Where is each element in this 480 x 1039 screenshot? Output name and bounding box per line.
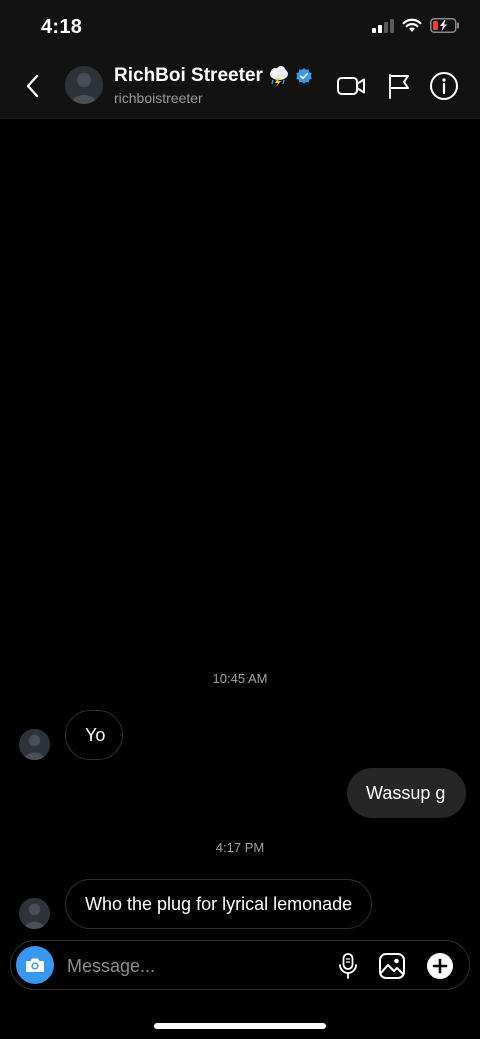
message-input[interactable] [65, 949, 329, 983]
status-bar: 4:18 [0, 0, 480, 56]
verified-badge-icon [296, 68, 312, 84]
message-timestamp: 10:45 AM [212, 671, 268, 686]
back-chevron-icon[interactable] [20, 72, 46, 100]
wifi-icon [402, 18, 422, 32]
sender-avatar[interactable] [19, 898, 50, 929]
gallery-icon [379, 953, 405, 979]
message-text: Who the plug for lyrical lemonade [85, 894, 353, 914]
microphone-icon [339, 953, 357, 979]
battery-charging-icon [430, 18, 459, 33]
incoming-message-bubble[interactable]: Yo [65, 710, 123, 760]
contact-name: RichBoi Streeter [114, 65, 263, 86]
voice-message-button[interactable] [333, 951, 363, 981]
info-icon[interactable] [428, 70, 460, 102]
more-options-button[interactable] [425, 951, 455, 981]
message-text: Wassup g [366, 783, 446, 803]
gallery-button[interactable] [377, 951, 407, 981]
signal-icon [372, 18, 394, 33]
cloud-lightning-emoji [269, 66, 288, 87]
sender-avatar[interactable] [19, 729, 50, 760]
incoming-message-bubble[interactable]: Who the plug for lyrical lemonade [65, 879, 373, 929]
header-title[interactable]: RichBoi Streeter [114, 64, 313, 88]
home-indicator[interactable] [154, 1023, 326, 1029]
video-call-icon[interactable] [335, 70, 367, 102]
plus-icon [427, 953, 453, 979]
outgoing-message-bubble[interactable]: Wassup g [347, 768, 466, 818]
header-avatar[interactable] [65, 66, 103, 104]
camera-icon [26, 958, 44, 972]
chat-header: RichBoi Streeter richboistreeter [0, 56, 480, 119]
status-time: 4:18 [41, 16, 83, 38]
message-text: Yo [85, 725, 106, 745]
message-timestamp: 4:17 PM [215, 840, 265, 855]
contact-username: richboistreeter [114, 90, 203, 106]
flag-icon[interactable] [383, 70, 415, 102]
camera-button[interactable] [16, 946, 54, 984]
message-composer [10, 940, 470, 990]
status-icons [372, 18, 460, 33]
